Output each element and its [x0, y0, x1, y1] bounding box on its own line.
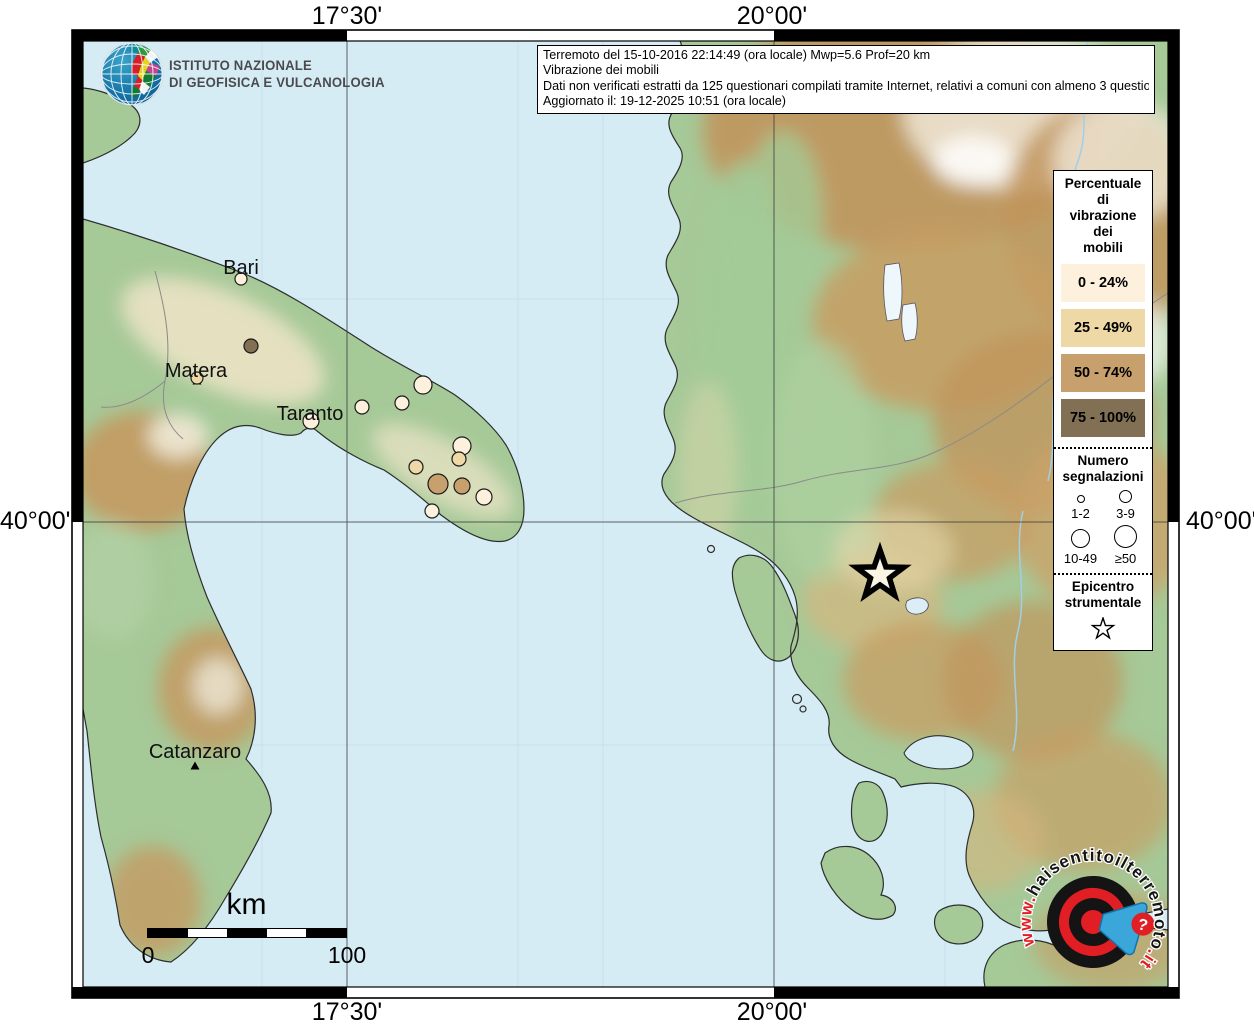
size-circle-icon: [1071, 529, 1090, 548]
size-grid: 1-2 3-9 10-49 ≥50: [1054, 485, 1152, 573]
info-line-question: Vibrazione dei mobili: [543, 63, 1149, 78]
legend-epi-title-line: strumentale: [1054, 595, 1152, 611]
scalebar-start: 0: [142, 942, 155, 969]
size-item: 10-49: [1058, 525, 1103, 566]
legend-swatch: 50 - 74%: [1061, 354, 1145, 392]
scalebar-segment: [267, 929, 307, 937]
size-item: 3-9: [1103, 490, 1148, 521]
legend-swatch: 75 - 100%: [1061, 399, 1145, 437]
size-circle-icon: [1077, 495, 1085, 503]
axis-label-top-left: 17°30': [312, 2, 382, 31]
event-info-box: Terremoto del 15-10-2016 22:14:49 (ora l…: [537, 45, 1155, 114]
axis-label-right: 40°00': [1186, 507, 1254, 536]
legend-pct-title-line: mobili: [1054, 240, 1152, 256]
ingv-wordmark: ISTITUTO NAZIONALE DI GEOFISICA E VULCAN…: [169, 57, 385, 91]
report-dot: [425, 504, 439, 518]
city-label: Matera: [165, 360, 228, 382]
legend-epi-title: Epicentro strumentale: [1054, 573, 1152, 611]
info-line-updated: Aggiornato il: 19-12-2025 10:51 (ora loc…: [543, 94, 1149, 109]
legend-pct-title-line: Percentuale: [1054, 176, 1152, 192]
scalebar-segment: [227, 929, 267, 937]
scalebar-bar: [147, 928, 347, 938]
legend-num-title: Numero segnalazioni: [1054, 447, 1152, 485]
legend-swatch: 0 - 24%: [1061, 264, 1145, 302]
pct-swatches: 0 - 24% 25 - 49% 50 - 74% 75 - 100%: [1054, 256, 1152, 447]
scalebar-segment: [148, 929, 188, 937]
axis-label-left: 40°00': [0, 507, 66, 536]
size-label: 1-2: [1071, 506, 1090, 521]
legend-pct-title-line: vibrazione: [1054, 208, 1152, 224]
report-dot: [355, 400, 369, 414]
report-dot: [409, 460, 423, 474]
size-circle-icon: [1119, 490, 1132, 503]
size-item: ≥50: [1103, 525, 1148, 566]
epicenter-legend-star-icon: [1090, 617, 1116, 640]
legend-pct-title-line: dei: [1054, 224, 1152, 240]
ingv-line2: DI GEOFISICA E VULCANOLOGIA: [169, 74, 385, 91]
report-dot: [244, 339, 258, 353]
city-label: Catanzaro: [149, 741, 241, 763]
scalebar-title: km: [200, 888, 293, 922]
city-label: Taranto: [277, 403, 344, 425]
ingv-line1: ISTITUTO NAZIONALE: [169, 57, 385, 74]
axis-label-bottom-right: 20°00': [737, 998, 807, 1024]
legend-num-title-line: Numero: [1054, 453, 1152, 469]
size-label: 10-49: [1064, 551, 1097, 566]
report-dot: [414, 376, 432, 394]
legend-pct-title-line: di: [1054, 192, 1152, 208]
scalebar-end: 100: [328, 942, 366, 969]
legend-swatch: 25 - 49%: [1061, 309, 1145, 347]
epicenter-legend-star: [1054, 611, 1152, 650]
scalebar-segment: [188, 929, 228, 937]
legend-pct-title: Percentuale di vibrazione dei mobili: [1054, 171, 1152, 256]
report-dot: [428, 474, 448, 494]
size-label: 3-9: [1116, 506, 1135, 521]
size-label: ≥50: [1115, 551, 1137, 566]
info-line-event: Terremoto del 15-10-2016 22:14:49 (ora l…: [543, 48, 1149, 63]
axis-label-top-right: 20°00': [737, 2, 807, 31]
size-circle-icon: [1114, 525, 1137, 548]
haisentitoilterremoto-watermark: ? www.haisentitoilterremoto.it: [1003, 832, 1183, 1012]
report-dot: [395, 396, 409, 410]
legend-epi-title-line: Epicentro: [1054, 579, 1152, 595]
legend-box: Percentuale di vibrazione dei mobili 0 -…: [1053, 170, 1153, 651]
report-dot: [476, 489, 492, 505]
scalebar-segment: [306, 929, 346, 937]
map-page: 17°30' 20°00' 17°30' 20°00' 40°00' 40°00…: [0, 0, 1254, 1024]
report-dot: [452, 452, 466, 466]
size-item: 1-2: [1058, 490, 1103, 521]
city-label: Bari: [223, 257, 259, 279]
ingv-logo-icon: [98, 40, 168, 110]
info-line-disclaimer: Dati non verificati estratti da 125 ques…: [543, 79, 1149, 94]
axis-label-bottom-left: 17°30': [312, 998, 382, 1024]
legend-num-title-line: segnalazioni: [1054, 469, 1152, 485]
report-dot: [454, 478, 470, 494]
